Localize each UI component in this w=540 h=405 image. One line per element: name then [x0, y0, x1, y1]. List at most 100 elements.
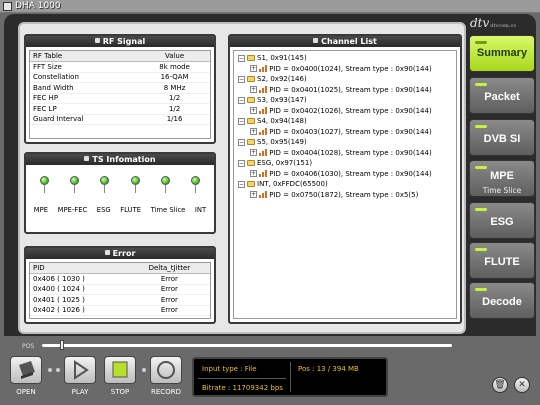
tree-service-node[interactable]: − INT, 0xFFDC(65500): [238, 179, 456, 190]
nav-flute[interactable]: FLUTE: [469, 242, 535, 279]
trash-icon: 🗑: [494, 380, 506, 390]
delete-button[interactable]: 🗑: [492, 377, 508, 393]
signal-bars-icon: [259, 107, 268, 114]
play-button[interactable]: [64, 356, 96, 384]
error-value: Error: [128, 273, 210, 285]
collapse-icon[interactable]: −: [238, 54, 245, 62]
signal-bars-icon: [259, 170, 268, 177]
folder-icon: [247, 181, 255, 187]
expand-icon[interactable]: +: [250, 86, 257, 93]
collapse-icon[interactable]: −: [238, 96, 245, 104]
collapse-icon[interactable]: −: [238, 75, 245, 83]
error-table: PID Delta_tJitter 0x406 ( 1030 ) Error 0x…: [29, 262, 211, 319]
error-row[interactable]: 0x402 ( 1026 ) Error: [30, 305, 210, 316]
nav-label: FLUTE: [484, 256, 520, 268]
nav-label: Summary: [476, 47, 528, 59]
nav-decode[interactable]: Decode: [469, 282, 535, 319]
channel-list-panel: Channel List − S1, 0x91(145) + PID = 0x040…: [228, 34, 462, 324]
rf-row[interactable]: Constellation 16-QAM: [30, 72, 210, 83]
tree-service-node[interactable]: − S1, 0x91(145): [238, 53, 456, 64]
collapse-icon[interactable]: −: [238, 180, 245, 188]
nav-summary[interactable]: Summary: [469, 35, 535, 72]
status-led-icon: [160, 176, 170, 185]
rf-row[interactable]: Band Width 8 MHz: [30, 82, 210, 94]
service-label: ESG, 0x97(151): [257, 159, 313, 167]
open-button[interactable]: [10, 356, 42, 384]
tree-pid-node[interactable]: + PID = 0x0406(1030), Stream type : 0x90…: [238, 169, 456, 180]
error-value: Error: [128, 305, 210, 316]
error-col-pid[interactable]: PID: [30, 263, 129, 274]
rf-row[interactable]: Guard Interval 1/16: [30, 114, 210, 125]
error-pid: 0x406 ( 1030 ): [30, 273, 129, 285]
rf-row[interactable]: FFT Size 8k mode: [30, 61, 210, 73]
led-indicator: [39, 176, 49, 193]
error-pid: 0x402 ( 1026 ): [30, 305, 129, 316]
nav-dvb-si[interactable]: DVB SI: [469, 119, 535, 156]
signal-bars-icon: [259, 65, 268, 72]
brand-logo: dtvdtvcom.co: [470, 16, 517, 30]
record-button[interactable]: [150, 356, 182, 384]
channel-list-title: Channel List: [230, 36, 460, 47]
rf-value: 1/2: [139, 103, 210, 115]
collapse-icon[interactable]: −: [238, 117, 245, 125]
rf-value: 8 MHz: [139, 82, 210, 94]
service-label: S1, 0x91(145): [257, 54, 307, 62]
tree-pid-node[interactable]: + PID = 0x0402(1026), Stream type : 0x90…: [238, 106, 456, 117]
led-indicator: [100, 176, 110, 193]
error-row[interactable]: 0x400 ( 1024 ) Error: [30, 284, 210, 295]
nav-label: MPE: [490, 170, 514, 182]
separator-dot: [56, 368, 60, 372]
rf-signal-title: RF Signal: [26, 36, 214, 47]
rf-col-table[interactable]: RF Table: [30, 51, 140, 62]
error-value: Error: [128, 294, 210, 306]
error-row[interactable]: 0x406 ( 1030 ) Error: [30, 273, 210, 285]
position-track[interactable]: [42, 344, 452, 347]
stop-icon: [112, 361, 128, 378]
error-panel: Error PID Delta_tJitter 0x406 ( 1030 ) E…: [24, 246, 216, 324]
position-slider-thumb[interactable]: [60, 340, 64, 350]
close-button[interactable]: ✕: [514, 377, 530, 393]
signal-bars-icon: [259, 86, 268, 93]
indicator-icon: [475, 125, 487, 128]
tree-pid-node[interactable]: + PID = 0x0404(1028), Stream type : 0x90…: [238, 148, 456, 159]
error-pid: 0x400 ( 1024 ): [30, 284, 129, 295]
tree-pid-node[interactable]: + PID = 0x0750(1872), Stream type : 0x5(…: [238, 190, 456, 201]
rf-row[interactable]: FEC LP 1/2: [30, 103, 210, 115]
rf-col-value[interactable]: Value: [139, 51, 210, 62]
ts-info-title: TS Infomation: [26, 154, 214, 165]
expand-icon[interactable]: +: [250, 128, 257, 135]
expand-icon[interactable]: +: [250, 149, 257, 156]
tree-service-node[interactable]: − S2, 0x92(146): [238, 74, 456, 85]
expand-icon[interactable]: +: [250, 191, 257, 198]
stop-label: STOP: [110, 388, 130, 396]
nav-packet[interactable]: Packet: [469, 77, 535, 114]
record-label: RECORD: [151, 388, 181, 396]
status-led-icon: [191, 176, 201, 185]
app-icon: [3, 2, 12, 11]
collapse-icon[interactable]: −: [238, 138, 245, 146]
nav-esg[interactable]: ESG: [469, 202, 535, 239]
window-title: DHA 1000: [15, 1, 61, 11]
rf-row[interactable]: FEC HP 1/2: [30, 93, 210, 104]
tree-service-node[interactable]: − ESG, 0x97(151): [238, 158, 456, 169]
expand-icon[interactable]: +: [250, 170, 257, 177]
led-label: INT: [194, 206, 207, 214]
nav-mpe[interactable]: MPE Time Slice: [469, 160, 535, 197]
collapse-icon[interactable]: −: [238, 159, 245, 167]
indicator-icon: [475, 288, 487, 291]
expand-icon[interactable]: +: [250, 65, 257, 72]
tree-pid-node[interactable]: + PID = 0x0401(1025), Stream type : 0x90…: [238, 85, 456, 96]
nav-label: ESG: [490, 216, 514, 228]
tree-service-node[interactable]: − S5, 0x95(149): [238, 137, 456, 148]
ts-info-panel: TS Infomation MPE MPE-FEC ESG FLUTE Time Sli…: [24, 152, 216, 234]
stop-button[interactable]: [104, 356, 136, 384]
error-title: Error: [26, 248, 214, 259]
expand-icon[interactable]: +: [250, 107, 257, 114]
tree-service-node[interactable]: − S3, 0x93(147): [238, 95, 456, 106]
error-row[interactable]: 0x401 ( 1025 ) Error: [30, 294, 210, 306]
led-label: Time Slice: [150, 206, 186, 214]
tree-pid-node[interactable]: + PID = 0x0403(1027), Stream type : 0x90…: [238, 127, 456, 138]
error-col-jitter[interactable]: Delta_tJitter: [128, 263, 210, 274]
tree-pid-node[interactable]: + PID = 0x0400(1024), Stream type : 0x90…: [238, 64, 456, 75]
tree-service-node[interactable]: − S4, 0x94(148): [238, 116, 456, 127]
